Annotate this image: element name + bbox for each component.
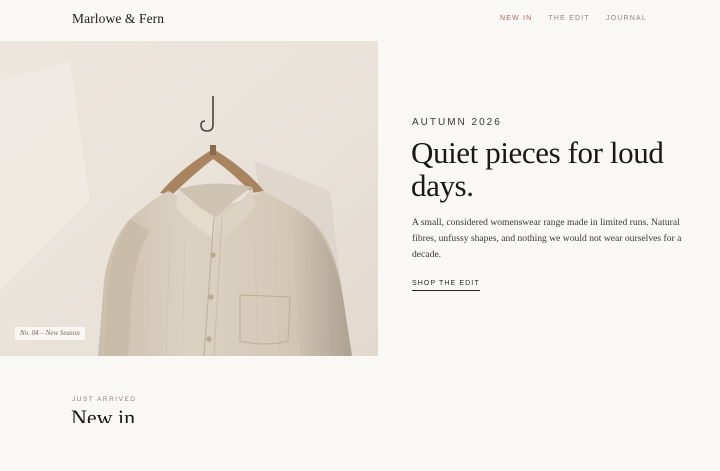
section-eyebrow: JUST ARRIVED [72, 396, 137, 403]
section-title-wrapper: New in [71, 406, 191, 423]
main-nav: NEW IN THE EDIT JOURNAL [500, 15, 647, 22]
hero-image-caption: No. 04 – New Season [15, 327, 85, 340]
section-title: New in [71, 406, 136, 423]
brand-logo[interactable]: Marlowe & Fern [72, 11, 164, 27]
shirt-on-hanger-illustration [0, 41, 378, 356]
site-header: Marlowe & Fern NEW IN THE EDIT JOURNAL [0, 0, 720, 40]
hero-headline: Quiet pieces for loud days. [411, 135, 664, 203]
hero-eyebrow: AUTUMN 2026 [412, 117, 502, 128]
nav-item-journal[interactable]: JOURNAL [606, 15, 647, 22]
shop-the-edit-link[interactable]: SHOP THE EDIT [412, 280, 480, 291]
hero-description: A small, considered womenswear range mad… [412, 217, 682, 260]
hero-image: No. 04 – New Season [0, 41, 378, 356]
nav-item-new-in[interactable]: NEW IN [500, 15, 532, 22]
nav-item-the-edit[interactable]: THE EDIT [548, 15, 590, 22]
